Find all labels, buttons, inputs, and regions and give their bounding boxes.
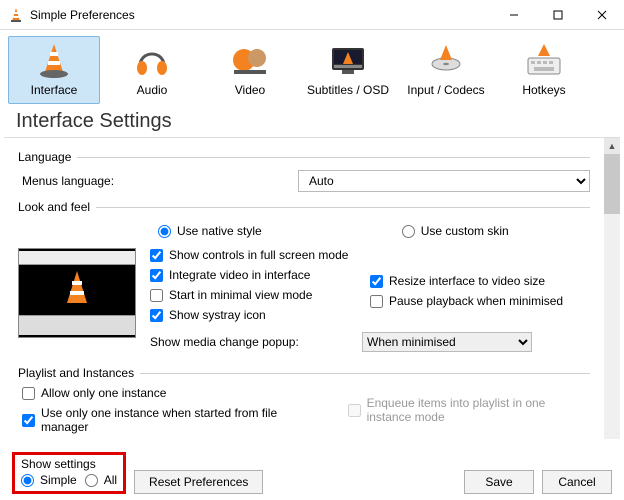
show-controls-check[interactable]: Show controls in full screen mode [150, 248, 370, 262]
tab-interface[interactable]: Interface [8, 36, 100, 104]
tab-video[interactable]: Video [204, 36, 296, 104]
tab-subtitles[interactable]: Subtitles / OSD [302, 36, 394, 104]
titlebar: Simple Preferences [0, 0, 624, 30]
tab-label: Video [235, 83, 265, 97]
vertical-scrollbar[interactable]: ▲ [604, 138, 620, 439]
reset-preferences-button[interactable]: Reset Preferences [134, 470, 263, 494]
minimize-button[interactable] [492, 0, 536, 30]
keyboard-icon [501, 41, 587, 81]
maximize-button[interactable] [536, 0, 580, 30]
systray-check[interactable]: Show systray icon [150, 308, 370, 322]
tab-label: Hotkeys [522, 83, 565, 97]
resize-interface-check[interactable]: Resize interface to video size [370, 274, 590, 288]
popup-select[interactable]: When minimised [362, 332, 532, 352]
pause-minimised-check[interactable]: Pause playback when minimised [370, 294, 590, 308]
skin-preview [18, 248, 136, 338]
cone-icon [11, 41, 97, 81]
close-button[interactable] [580, 0, 624, 30]
native-style-radio[interactable]: Use native style [158, 224, 262, 238]
footer: Show settings Simple All Reset Preferenc… [0, 450, 624, 500]
custom-skin-radio[interactable]: Use custom skin [402, 224, 509, 238]
save-button[interactable]: Save [464, 470, 534, 494]
scroll-up-arrow[interactable]: ▲ [604, 138, 620, 154]
allow-one-instance-check[interactable]: Allow only one instance [22, 386, 288, 400]
headphones-icon [109, 41, 195, 81]
tab-input-codecs[interactable]: Input / Codecs [400, 36, 492, 104]
category-tabs: Interface Audio Video Subtitles / OSD In… [0, 30, 624, 104]
tab-hotkeys[interactable]: Hotkeys [498, 36, 590, 104]
show-settings-simple[interactable]: Simple [21, 473, 77, 487]
tab-label: Input / Codecs [407, 83, 484, 97]
film-icon [207, 41, 293, 81]
cancel-button[interactable]: Cancel [542, 470, 612, 494]
page-title: Interface Settings [0, 104, 624, 137]
show-settings-group: Show settings Simple All [12, 452, 126, 494]
start-minimal-check[interactable]: Start in minimal view mode [150, 288, 370, 302]
menus-language-label: Menus language: [18, 174, 298, 188]
monitor-icon [305, 41, 391, 81]
show-settings-label: Show settings [21, 457, 117, 471]
one-from-fm-check[interactable]: Use only one instance when started from … [22, 406, 288, 434]
show-settings-all[interactable]: All [85, 473, 117, 487]
tab-audio[interactable]: Audio [106, 36, 198, 104]
group-language: Language [18, 150, 590, 164]
vlc-app-icon [8, 7, 24, 23]
window-buttons [492, 0, 624, 30]
content-pane: Language Menus language: Auto Look and f… [4, 137, 620, 439]
group-lookfeel: Look and feel [18, 200, 590, 214]
tab-label: Interface [31, 83, 78, 97]
scroll-thumb[interactable] [604, 154, 620, 214]
popup-label: Show media change popup: [150, 335, 350, 349]
enqueue-check: Enqueue items into playlist in one insta… [348, 386, 590, 434]
menus-language-select[interactable]: Auto [298, 170, 590, 192]
scroll-area: Language Menus language: Auto Look and f… [4, 138, 604, 439]
window-title: Simple Preferences [30, 8, 492, 22]
integrate-video-check[interactable]: Integrate video in interface [150, 268, 370, 282]
tab-label: Subtitles / OSD [307, 83, 389, 97]
tab-label: Audio [137, 83, 168, 97]
disc-icon [403, 41, 489, 81]
group-playlist: Playlist and Instances [18, 366, 590, 380]
